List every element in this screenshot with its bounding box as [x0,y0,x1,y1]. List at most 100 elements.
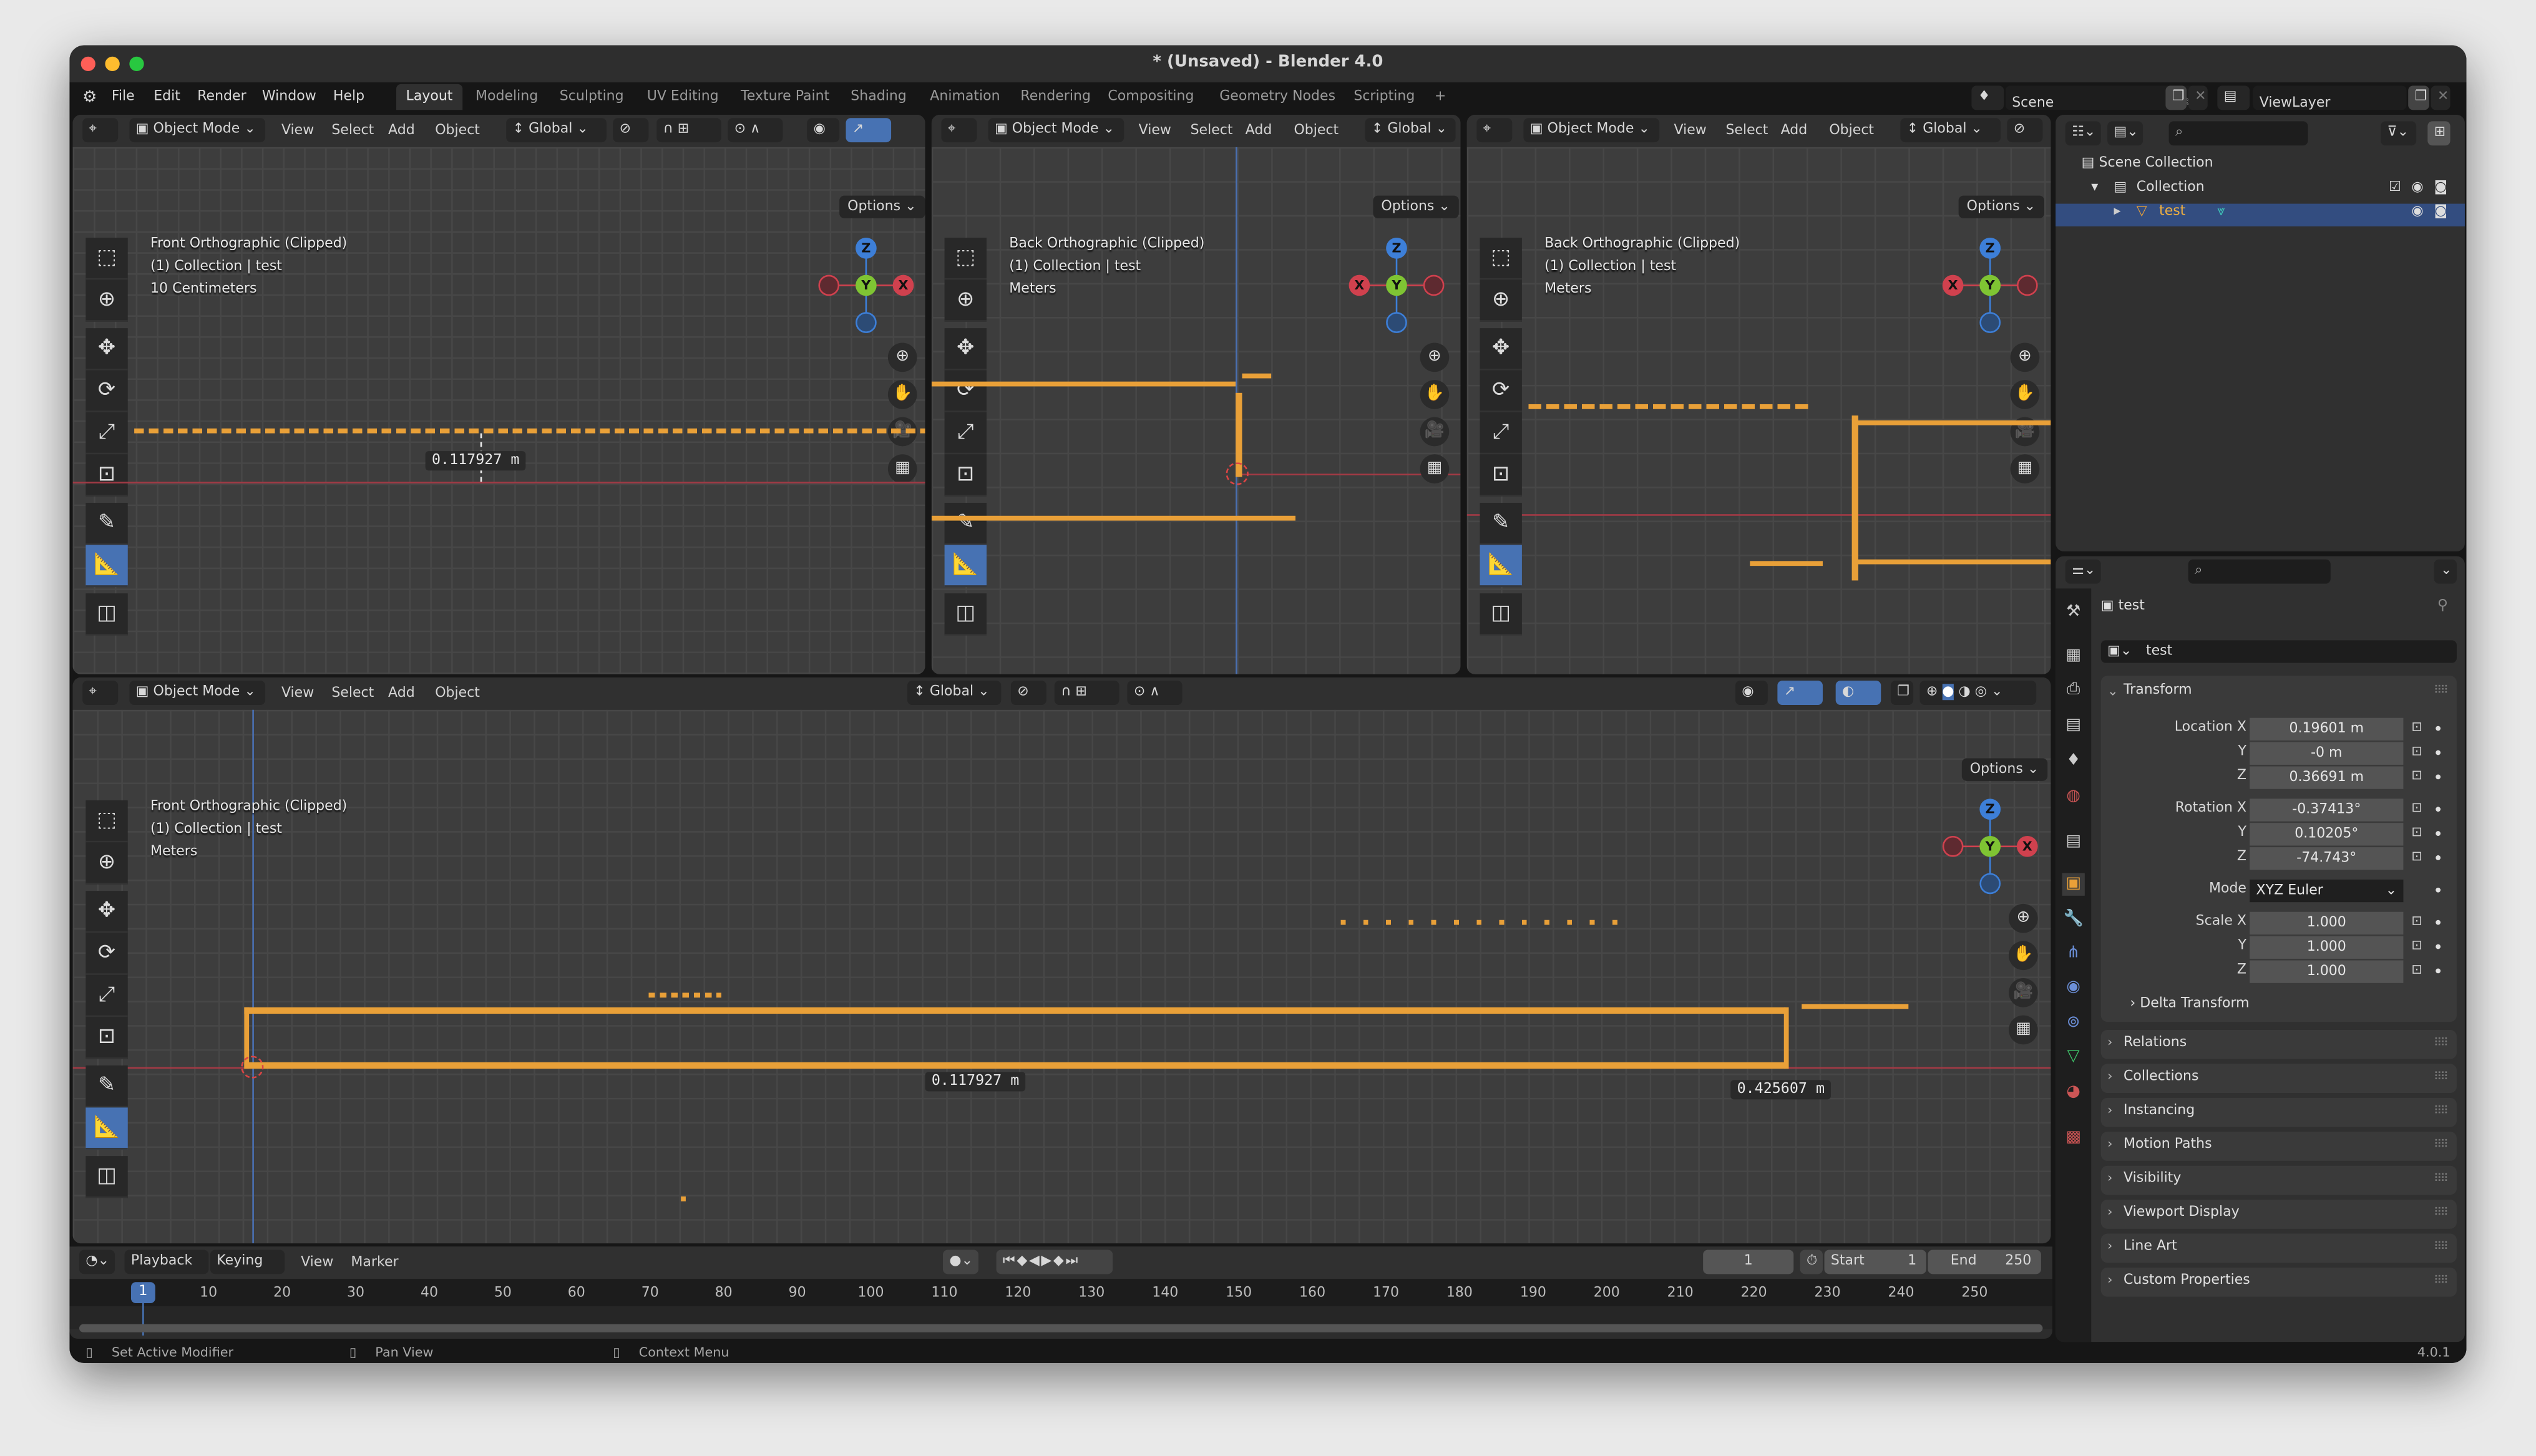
gizmo-toggle-icon[interactable]: ↗ [1777,681,1823,706]
tab-modeling[interactable]: Modeling [466,84,547,110]
texture-tab-icon[interactable]: ▩ [2062,1127,2085,1149]
menu-view[interactable]: View [1674,123,1707,139]
mode-dropdown[interactable]: ▣ Object Mode ⌄ [1523,118,1660,143]
pan-view-icon[interactable]: ✋ [2010,380,2040,409]
filter-icon[interactable]: ⊽⌄ [2381,121,2417,146]
menu-marker[interactable]: Marker [351,1255,398,1271]
gizmo-z-axis[interactable]: Z [856,237,877,259]
pan-view-icon[interactable]: ✋ [1420,380,1450,409]
add-cube-tool[interactable]: ◫ [85,1156,128,1198]
tab-geometry-nodes[interactable]: Geometry Nodes [1210,84,1345,110]
navigation-gizmo[interactable]: Z Y X [1942,237,2038,333]
keyframe-dot-icon[interactable] [2436,855,2441,860]
gizmo-neg-z-axis[interactable] [1386,312,1407,333]
exclude-checkbox[interactable]: ☑ [2389,180,2401,196]
modifier-tab-icon[interactable]: 🔧 [2062,909,2085,931]
viewport-top-left[interactable]: ⌖ ▣ Object Mode ⌄ View Select Add Object… [72,115,925,674]
ortho-toggle-icon[interactable]: ▦ [1420,454,1450,483]
tab-compositing[interactable]: Compositing [1098,84,1204,110]
lock-icon[interactable]: ⊡ [2411,768,2422,782]
disable-render-icon[interactable]: ◙ [2434,204,2447,220]
orientation-dropdown[interactable]: ↕ Global ⌄ [907,681,1002,706]
zoom-view-icon[interactable]: ⊕ [887,342,917,372]
measure-tool[interactable]: 📐 [944,545,987,587]
rotate-tool[interactable]: ⟳ [85,933,128,975]
keyframe-dot-icon[interactable] [2436,750,2441,755]
menu-view[interactable]: View [1139,123,1171,139]
measure-tool[interactable]: 📐 [85,545,128,587]
gizmo-neg-z-axis[interactable] [1979,873,2001,895]
tool-tab-icon[interactable]: ⚒ [2062,601,2085,624]
add-cube-tool[interactable]: ◫ [944,593,987,636]
gizmo-y-axis[interactable]: Y [1386,274,1407,296]
transform-tool[interactable]: ⊡ [944,454,987,497]
snap-icon[interactable]: ∩ ⊞ [1054,681,1119,706]
menu-select[interactable]: Select [331,686,374,702]
xray-toggle-icon[interactable]: ❐ [1890,681,1914,706]
camera-view-icon[interactable]: 🎥 [1420,417,1450,447]
scale-tool[interactable]: ⤢ [1480,412,1522,455]
gizmo-x-axis[interactable]: X [1942,274,1964,296]
select-box-tool[interactable]: ⬚ [944,237,987,280]
menu-select[interactable]: Select [1725,123,1768,139]
measure-tool[interactable]: 📐 [1480,545,1522,587]
scale-z-field[interactable]: 1.000 [2250,960,2404,983]
location-x-field[interactable]: 0.19601 m [2250,717,2404,741]
start-frame-field[interactable]: Start 1 [1824,1250,1926,1274]
tab-texture-paint[interactable]: Texture Paint [731,84,839,110]
lock-icon[interactable]: ⊡ [2411,849,2422,863]
menu-view[interactable]: View [281,123,314,139]
select-box-tool[interactable]: ⬚ [85,237,128,280]
menu-add[interactable]: Add [388,686,415,702]
delta-transform-subpanel[interactable]: › Delta Transform [2130,996,2249,1012]
pivot-icon[interactable]: ⊘ [613,118,649,143]
render-tab-icon[interactable]: ▦ [2062,645,2085,667]
orientation-dropdown[interactable]: ↕ Global ⌄ [506,118,607,143]
lock-icon[interactable]: ⊡ [2411,825,2422,839]
scale-x-field[interactable]: 1.000 [2250,911,2404,935]
tab-scripting[interactable]: Scripting [1344,84,1425,110]
rotate-tool[interactable]: ⟳ [944,370,987,412]
instancing-panel[interactable]: › Instancing ⠿⠿ [2100,1097,2457,1127]
menu-object[interactable]: Object [435,123,480,139]
ortho-toggle-icon[interactable]: ▦ [2009,1015,2038,1045]
options-chevron-icon[interactable]: ⌄ [2434,559,2457,584]
scale-y-field[interactable]: 1.000 [2250,936,2404,959]
collections-panel[interactable]: › Collections ⠿⠿ [2100,1064,2457,1094]
menu-window[interactable]: Window [262,89,316,105]
visibility-icon[interactable]: ◉ [807,118,840,143]
viewport-top-right[interactable]: ⌖ ▣ Object Mode ⌄ View Select Add Object… [1466,115,2051,674]
annotate-tool[interactable]: ✎ [944,503,987,545]
editor-type-icon[interactable]: ⌖ [941,118,977,143]
duplicate-view-layer-icon[interactable]: ❐ [2408,85,2429,110]
scene-tab-icon[interactable]: ♦ [2062,750,2085,773]
motion-paths-panel[interactable]: › Motion Paths ⠿⠿ [2100,1132,2457,1161]
rotation-mode-dropdown[interactable]: XYZ Euler ⌄ [2250,879,2404,903]
data-tab-icon[interactable]: ▽ [2062,1046,2085,1069]
transform-tool[interactable]: ⊡ [85,1017,128,1059]
lock-icon[interactable]: ⊡ [2411,719,2422,734]
visibility-panel[interactable]: › Visibility ⠿⠿ [2100,1165,2457,1195]
keyframe-dot-icon[interactable] [2436,944,2441,949]
tab-layout[interactable]: Layout [396,84,463,110]
menu-object[interactable]: Object [1294,123,1339,139]
measurement-label[interactable]: 0.117927 m [925,1072,1026,1092]
editor-type-icon[interactable]: ⌖ [1476,118,1513,143]
navigation-gizmo[interactable]: Z Y X [1942,798,2038,895]
annotate-tool[interactable]: ✎ [85,1065,128,1108]
hide-in-viewport-icon[interactable]: ◉ [2411,204,2423,220]
line-art-panel[interactable]: › Line Art ⠿⠿ [2100,1233,2457,1263]
move-tool[interactable]: ✥ [1480,328,1522,371]
shading-mode-buttons[interactable]: ⊕ ● ◑ ◎ ⌄ [1919,681,2037,706]
blender-logo-icon[interactable]: ⚙ [82,89,97,107]
particles-tab-icon[interactable]: ⋔ [2062,943,2085,965]
scale-tool[interactable]: ⤢ [944,412,987,455]
ortho-toggle-icon[interactable]: ▦ [887,454,917,483]
pivot-icon[interactable]: ⊘ [1010,681,1046,706]
ortho-toggle-icon[interactable]: ▦ [2010,454,2040,483]
editor-type-icon[interactable]: ⌖ [82,118,119,143]
viewport-bottom[interactable]: ⌖ ▣ Object Mode ⌄ View Select Add Object… [72,677,2051,1244]
camera-view-icon[interactable]: 🎥 [2009,978,2038,1007]
keyframe-dot-icon[interactable] [2436,807,2441,812]
gizmo-neg-z-axis[interactable] [856,312,877,333]
